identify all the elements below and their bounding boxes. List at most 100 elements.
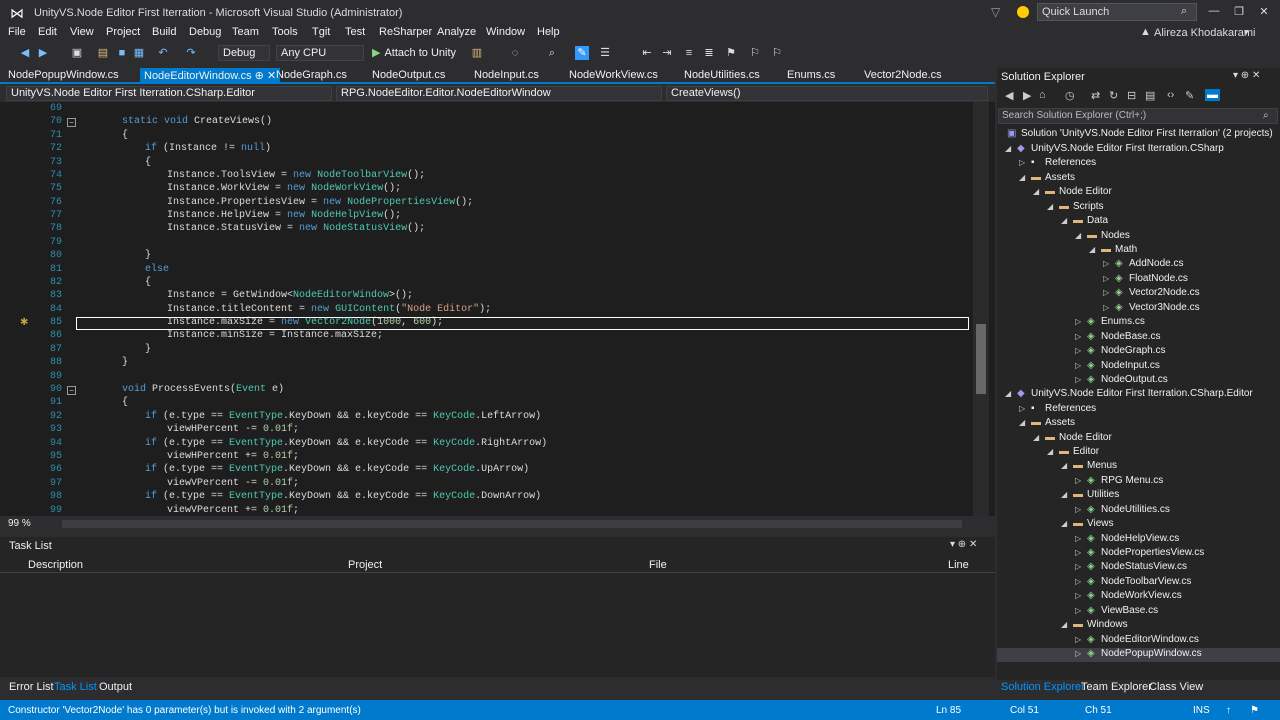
tab-solution-explorer[interactable]: Solution Explorer: [1001, 681, 1085, 693]
collapse-toggle[interactable]: −: [67, 118, 76, 127]
tree-file[interactable]: ▷ ◈ RPG Menu.cs: [1075, 475, 1163, 489]
find-icon[interactable]: ⌕: [545, 46, 559, 60]
indent-icon[interactable]: ⇤: [640, 46, 654, 60]
expanded-arrow-icon[interactable]: ◢: [1033, 433, 1045, 442]
menu-tgit[interactable]: Tgit: [312, 26, 330, 38]
redo-icon[interactable]: ↷: [184, 46, 198, 60]
type-dropdown[interactable]: RPG.NodeEditor.Editor.NodeEditorWindow: [336, 86, 662, 101]
collapsed-arrow-icon[interactable]: ▷: [1075, 534, 1087, 543]
tab-vector2node[interactable]: Vector2Node.cs: [864, 69, 942, 81]
collapsed-arrow-icon[interactable]: ▷: [1019, 404, 1031, 413]
bookmark-icon[interactable]: ☰: [598, 46, 612, 60]
menu-test[interactable]: Test: [345, 26, 365, 38]
tree-file[interactable]: ▷ ◈ Vector3Node.cs: [1103, 302, 1200, 316]
comment-lines-icon[interactable]: ≡: [682, 46, 696, 60]
collapse-all-icon[interactable]: ⊟: [1127, 89, 1136, 102]
tree-file[interactable]: ▷ ◈ Enums.cs: [1075, 316, 1145, 330]
tree-folder[interactable]: ◢ ▬ Assets: [1019, 417, 1075, 431]
collapse-toggle[interactable]: −: [67, 386, 76, 395]
browse-icon[interactable]: ▥: [470, 46, 484, 60]
collapsed-arrow-icon[interactable]: ▷: [1103, 288, 1115, 297]
uncomment-lines-icon[interactable]: ≣: [702, 46, 716, 60]
outdent-icon[interactable]: ⇥: [660, 46, 674, 60]
quick-action-bulb-icon[interactable]: ✱: [20, 317, 30, 328]
forward-icon[interactable]: ▶: [1023, 89, 1031, 102]
menu-view[interactable]: View: [70, 26, 94, 38]
sync-icon[interactable]: ⇄: [1091, 89, 1100, 102]
collapsed-arrow-icon[interactable]: ▷: [1075, 562, 1087, 571]
member-dropdown[interactable]: CreateViews(): [666, 86, 988, 101]
close-tab-icon[interactable]: ✕: [267, 70, 276, 82]
publish-icon[interactable]: ↑: [1226, 705, 1231, 716]
menu-team[interactable]: Team: [232, 26, 259, 38]
tab-nodeoutput[interactable]: NodeOutput.cs: [372, 69, 445, 81]
collapsed-arrow-icon[interactable]: ▷: [1019, 158, 1031, 167]
tree-folder[interactable]: ◢ ▬ Windows: [1061, 619, 1128, 633]
new-project-icon[interactable]: ▣: [70, 46, 84, 60]
tree-project[interactable]: ◢ ◆ UnityVS.Node Editor First Iterration.C…: [1005, 143, 1224, 157]
tab-nodeworkview[interactable]: NodeWorkView.cs: [569, 69, 658, 81]
tree-folder[interactable]: ◢ ▬ Data: [1061, 215, 1108, 229]
tree-file[interactable]: ▷ ◈ AddNode.cs: [1103, 258, 1183, 272]
tree-file[interactable]: ▷ ◈ NodeInput.cs: [1075, 360, 1160, 374]
user-name[interactable]: Alireza Khodakarami: [1154, 27, 1256, 39]
search-icon[interactable]: ⌕: [1181, 5, 1187, 18]
expanded-arrow-icon[interactable]: ◢: [1047, 447, 1059, 456]
next-bookmark-icon[interactable]: ⚐: [770, 46, 784, 60]
tree-folder[interactable]: ◢ ▬ Editor: [1047, 446, 1099, 460]
column-description[interactable]: Description: [28, 559, 83, 571]
collapsed-arrow-icon[interactable]: ▷: [1075, 476, 1087, 485]
expanded-arrow-icon[interactable]: ◢: [1061, 490, 1073, 499]
collapsed-arrow-icon[interactable]: ▷: [1075, 548, 1087, 557]
tab-class-view[interactable]: Class View: [1149, 681, 1203, 693]
zoom-level[interactable]: 99 %: [8, 518, 31, 529]
history-icon[interactable]: ◷: [1065, 89, 1075, 102]
tree-file[interactable]: ▷ ◈ Vector2Node.cs: [1103, 287, 1200, 301]
panel-controls[interactable]: ▾ ⊕ ✕: [1233, 70, 1260, 81]
warning-icon[interactable]: ▲: [1140, 26, 1151, 38]
view-code-icon[interactable]: ‹›: [1167, 89, 1174, 101]
tab-team-explorer[interactable]: Team Explorer: [1081, 681, 1152, 693]
tree-file-selected[interactable]: ▷ ◈ NodePopupWindow.cs: [997, 648, 1280, 662]
solution-platform-select[interactable]: Any CPU: [276, 45, 364, 61]
expanded-arrow-icon[interactable]: ◢: [1061, 461, 1073, 470]
expanded-arrow-icon[interactable]: ◢: [1047, 202, 1059, 211]
expanded-arrow-icon[interactable]: ◢: [1061, 519, 1073, 528]
refresh-icon[interactable]: ↻: [1109, 89, 1118, 102]
menu-resharper[interactable]: ReSharper: [379, 26, 432, 38]
scrollbar-thumb[interactable]: [976, 324, 986, 394]
tree-references[interactable]: ▷ ▪ References: [1019, 157, 1096, 171]
tab-nodeinput[interactable]: NodeInput.cs: [474, 69, 539, 81]
tab-nodepopupwindow[interactable]: NodePopupWindow.cs: [8, 69, 119, 81]
menu-help[interactable]: Help: [537, 26, 560, 38]
tab-nodegraph[interactable]: NodeGraph.cs: [276, 69, 347, 81]
tab-enums[interactable]: Enums.cs: [787, 69, 835, 81]
tree-file[interactable]: ▷ ◈ FloatNode.cs: [1103, 273, 1188, 287]
feedback-icon[interactable]: [1017, 6, 1029, 18]
expanded-arrow-icon[interactable]: ◢: [1033, 187, 1045, 196]
search-icon[interactable]: ⌕: [1263, 110, 1269, 121]
collapsed-arrow-icon[interactable]: ▷: [1075, 577, 1087, 586]
expanded-arrow-icon[interactable]: ◢: [1089, 245, 1101, 254]
tree-folder[interactable]: ◢ ▬ Menus: [1061, 460, 1117, 474]
forward-icon[interactable]: ▶: [36, 46, 50, 60]
project-dropdown[interactable]: UnityVS.Node Editor First Iterration.CSh…: [6, 86, 332, 101]
prev-bookmark-icon[interactable]: ⚐: [748, 46, 762, 60]
menu-build[interactable]: Build: [152, 26, 176, 38]
tab-output[interactable]: Output: [99, 681, 132, 693]
menu-debug[interactable]: Debug: [189, 26, 221, 38]
collapsed-arrow-icon[interactable]: ▷: [1103, 259, 1115, 268]
tree-project[interactable]: ◢ ◆ UnityVS.Node Editor First Iterration.C…: [1005, 388, 1253, 402]
column-project[interactable]: Project: [348, 559, 382, 571]
collapsed-arrow-icon[interactable]: ▷: [1075, 317, 1087, 326]
tree-file[interactable]: ▷ ◈ NodeBase.cs: [1075, 331, 1160, 345]
preview-icon[interactable]: ▬: [1205, 89, 1220, 101]
tree-file[interactable]: ▷ ◈ NodeHelpView.cs: [1075, 533, 1179, 547]
back-icon[interactable]: ◀: [18, 46, 32, 60]
tree-file[interactable]: ▷ ◈ ViewBase.cs: [1075, 605, 1158, 619]
column-line[interactable]: Line: [948, 559, 969, 571]
expanded-arrow-icon[interactable]: ◢: [1005, 144, 1017, 153]
close-button[interactable]: ✕: [1256, 5, 1272, 18]
expanded-arrow-icon[interactable]: ◢: [1019, 173, 1031, 182]
collapsed-arrow-icon[interactable]: ▷: [1103, 274, 1115, 283]
